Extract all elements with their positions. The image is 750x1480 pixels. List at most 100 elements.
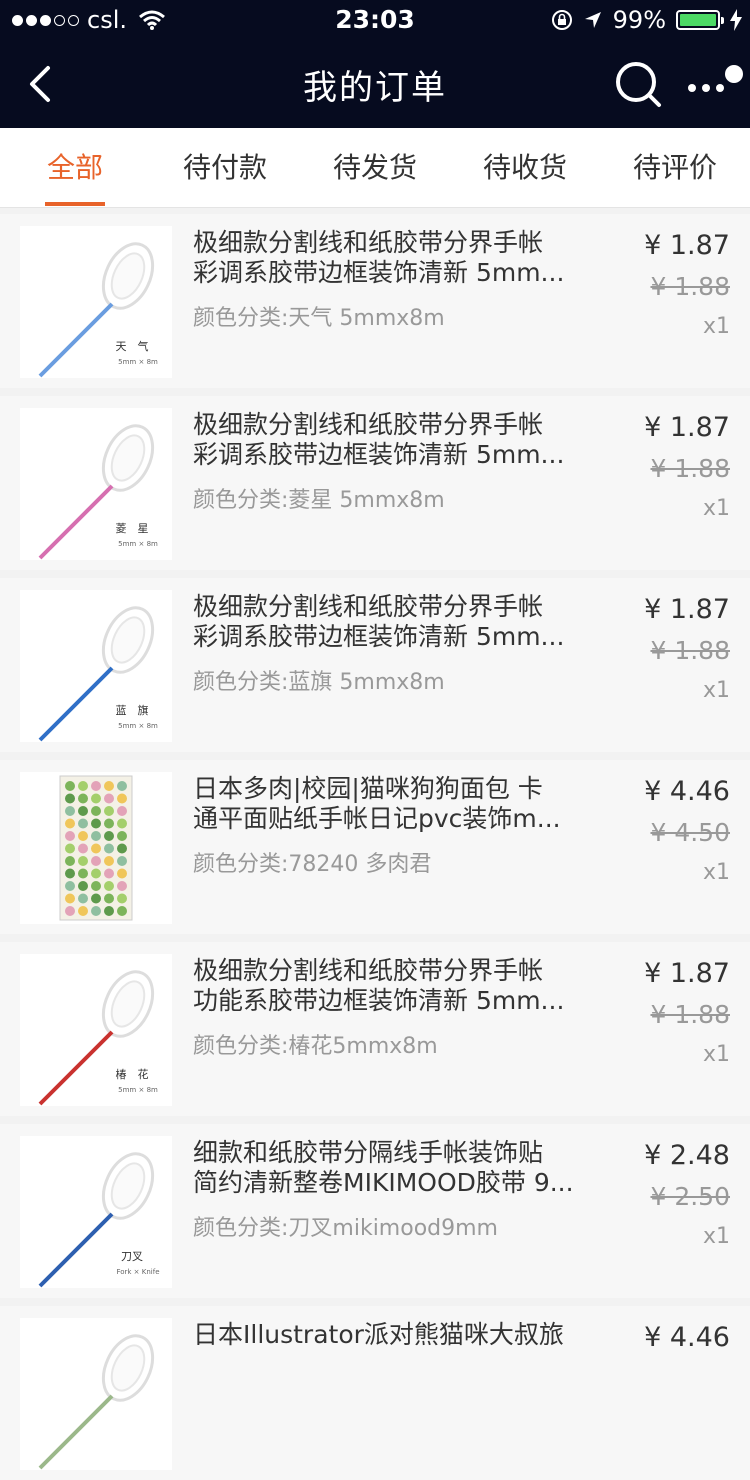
product-image: 天 气 5mm × 8m [38,242,158,378]
price: ¥ 1.87 [644,594,730,625]
sku-text: 颜色分类:刀叉mikimood9mm [193,1216,498,1241]
charging-icon [730,9,742,31]
order-item[interactable]: 蓝 旗 5mm × 8m 极细款分割线和纸胶带分界手帐 彩调系胶带边框装饰清新 … [0,578,750,752]
price: ¥ 1.87 [644,230,730,261]
svg-text:刀叉: 刀叉 [121,1250,143,1263]
quantity: x1 [702,1042,730,1067]
product-title-line: 通平面贴纸手帐日记pvc装饰m... [193,804,561,833]
sku-text: 颜色分类:菱星 5mmx8m [193,488,445,513]
search-icon[interactable] [612,58,664,110]
tab-pending-shipment[interactable]: 待发货 [300,128,450,208]
svg-text:菱 星: 菱 星 [116,522,149,535]
price: ¥ 1.87 [644,412,730,443]
quantity: x1 [702,678,730,703]
product-image: 刀叉 Fork × Knife [38,1152,160,1288]
product-title-line: 彩调系胶带边框装饰清新 5mm... [193,622,565,651]
svg-text:5mm × 8m: 5mm × 8m [118,540,158,548]
product-title[interactable]: 细款和纸胶带分隔线手帐装饰贴 简约清新整卷MIKIMOOD胶带 9... [193,1138,583,1198]
order-item[interactable]: 菱 星 5mm × 8m 极细款分割线和纸胶带分界手帐 彩调系胶带边框装饰清新 … [0,396,750,570]
tab-all[interactable]: 全部 [0,128,150,208]
product-title[interactable]: 极细款分割线和纸胶带分界手帐 彩调系胶带边框装饰清新 5mm... [193,228,583,288]
tab-label: 待收货 [482,151,567,184]
price: ¥ 4.46 [644,776,730,807]
order-item[interactable]: 日本多肉|校园|猫咪狗狗面包 卡 通平面贴纸手帐日记pvc装饰m... 颜色分类… [0,760,750,934]
tab-label: 待评价 [632,151,717,184]
original-price: ¥ 1.88 [650,272,730,301]
sku-text: 颜色分类:78240 多肉君 [193,852,432,877]
original-price: ¥ 1.88 [650,636,730,665]
product-title-line: 极细款分割线和纸胶带分界手帐 [193,956,544,985]
sku-text: 颜色分类:椿花5mmx8m [193,1034,438,1059]
svg-text:5mm × 8m: 5mm × 8m [118,722,158,730]
location-icon [584,12,601,28]
svg-text:蓝 旗: 蓝 旗 [116,703,149,717]
product-title[interactable]: 极细款分割线和纸胶带分界手帐 彩调系胶带边框装饰清新 5mm... [193,592,583,652]
battery-icon [676,10,724,30]
sku-text: 颜色分类:天气 5mmx8m [193,306,445,331]
original-price: ¥ 2.50 [650,1182,730,1211]
product-thumbnail[interactable]: 蓝 旗 5mm × 8m [20,590,172,742]
quantity: x1 [702,860,730,885]
quantity: x1 [702,314,730,339]
price: ¥ 2.48 [644,1140,730,1171]
quantity: x1 [702,496,730,521]
product-image: 椿 花 5mm × 8m [38,970,158,1106]
product-image: 菱 星 5mm × 8m [38,424,158,560]
product-title[interactable]: 日本多肉|校园|猫咪狗狗面包 卡 通平面贴纸手帐日记pvc装饰m... [193,774,583,834]
product-thumbnail[interactable] [20,772,172,924]
product-image [38,1334,155,1470]
tab-pending-review[interactable]: 待评价 [600,128,750,208]
tab-pending-receipt[interactable]: 待收货 [450,128,600,208]
tab-label: 待发货 [332,151,417,184]
original-price: ¥ 4.50 [650,818,730,847]
product-title[interactable]: 日本Illustrator派对熊猫咪大叔旅 [193,1320,583,1380]
nav-bar: 我的订单 [0,40,750,128]
order-item[interactable]: 刀叉 Fork × Knife 细款和纸胶带分隔线手帐装饰贴 简约清新整卷MIK… [0,1124,750,1298]
tab-indicator [45,202,105,206]
product-title[interactable]: 极细款分割线和纸胶带分界手帐 功能系胶带边框装饰清新 5mm... [193,956,583,1016]
quantity: x1 [702,1224,730,1249]
product-title-line: 彩调系胶带边框装饰清新 5mm... [193,440,565,469]
order-item[interactable]: 椿 花 5mm × 8m 极细款分割线和纸胶带分界手帐 功能系胶带边框装饰清新 … [0,942,750,1116]
original-price: ¥ 1.88 [650,1000,730,1029]
status-right: 99% [551,6,742,34]
tab-label: 全部 [46,151,103,184]
svg-text:天 气: 天 气 [116,339,149,353]
product-thumbnail[interactable] [20,1318,172,1470]
svg-text:5mm × 8m: 5mm × 8m [118,358,158,366]
sku-text: 颜色分类:蓝旗 5mmx8m [193,670,445,695]
tab-label: 待付款 [182,151,267,184]
product-title-line: 功能系胶带边框装饰清新 5mm... [193,986,565,1015]
product-thumbnail[interactable]: 椿 花 5mm × 8m [20,954,172,1106]
original-price: ¥ 1.88 [650,454,730,483]
product-title-line: 极细款分割线和纸胶带分界手帐 [193,592,544,621]
product-thumbnail[interactable]: 刀叉 Fork × Knife [20,1136,172,1288]
order-item[interactable]: 日本Illustrator派对熊猫咪大叔旅 ¥ 4.46 [0,1306,750,1480]
product-title-line: 简约清新整卷MIKIMOOD胶带 9... [193,1168,574,1197]
product-thumbnail[interactable]: 天 气 5mm × 8m [20,226,172,378]
svg-text:5mm × 8m: 5mm × 8m [118,1086,158,1094]
price: ¥ 1.87 [644,958,730,989]
order-tabs: 全部 待付款 待发货 待收货 待评价 [0,128,750,208]
product-title-line: 极细款分割线和纸胶带分界手帐 [193,228,544,257]
app-header: csl. 23:03 99% 我的订单 [0,0,750,128]
product-title-line: 细款和纸胶带分隔线手帐装饰贴 [193,1138,544,1167]
product-image: 蓝 旗 5mm × 8m [38,606,158,742]
product-title-line: 日本Illustrator派对熊猫咪大叔旅 [193,1320,564,1349]
product-image [59,775,133,921]
product-thumbnail[interactable]: 菱 星 5mm × 8m [20,408,172,560]
status-bar: csl. 23:03 99% [0,0,750,40]
order-list: 天 气 5mm × 8m 极细款分割线和纸胶带分界手帐 彩调系胶带边框装饰清新 … [0,210,750,1480]
product-title-line: 极细款分割线和纸胶带分界手帐 [193,410,544,439]
product-title-line: 彩调系胶带边框装饰清新 5mm... [193,258,565,287]
tab-pending-payment[interactable]: 待付款 [150,128,300,208]
svg-text:Fork × Knife: Fork × Knife [116,1268,159,1276]
price: ¥ 4.46 [644,1322,730,1353]
order-item[interactable]: 天 气 5mm × 8m 极细款分割线和纸胶带分界手帐 彩调系胶带边框装饰清新 … [0,214,750,388]
more-icon[interactable] [684,58,744,110]
product-title[interactable]: 极细款分割线和纸胶带分界手帐 彩调系胶带边框装饰清新 5mm... [193,410,583,470]
battery-percent: 99% [612,6,666,34]
svg-text:椿 花: 椿 花 [116,1068,149,1081]
product-title-line: 日本多肉|校园|猫咪狗狗面包 卡 [193,774,543,803]
orientation-lock-icon [551,10,572,30]
